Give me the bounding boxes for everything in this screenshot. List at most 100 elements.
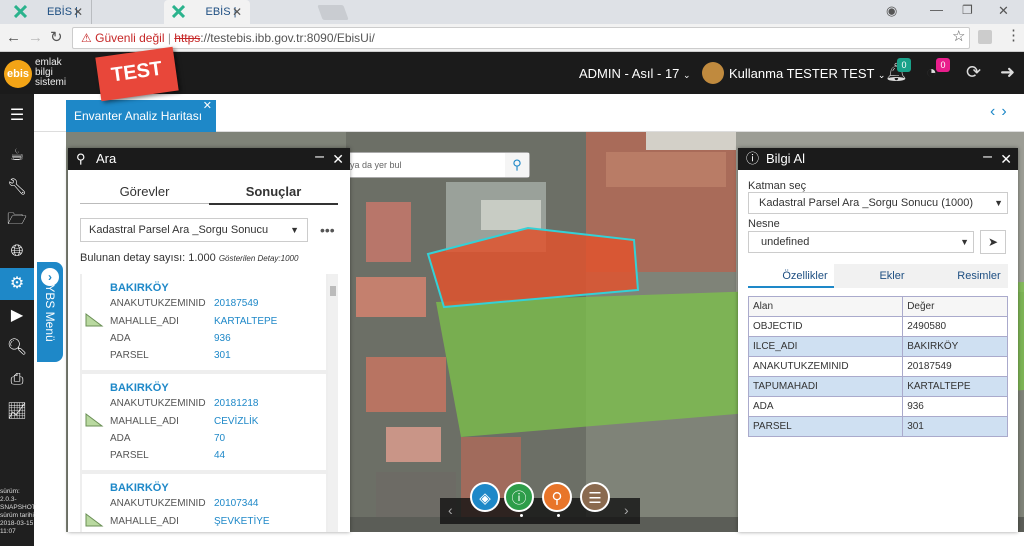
- layers-button[interactable]: ◈: [470, 482, 500, 512]
- result-layer-select[interactable]: Kadastral Parsel Ara _Sorgu Sonucu ▼: [80, 218, 308, 242]
- tab-envanter-analiz[interactable]: Envanter Analiz Haritası ✕: [66, 100, 216, 132]
- browser-tab[interactable]: EBİS | 2017 ✕: [6, 0, 92, 42]
- url-input[interactable]: ⚠ Güvenli değil | https://testebis.ibb.g…: [72, 27, 970, 49]
- account-icon[interactable]: ◉: [886, 3, 897, 19]
- table-header-row: Alan Değer: [747, 296, 1008, 317]
- search-doc-icon: ⚲: [551, 490, 563, 507]
- version-line: SNAPSHOT: [0, 504, 36, 511]
- result-count-label: Bulunan detay sayısı: 1.000: [80, 252, 216, 264]
- play-icon[interactable]: ▶: [0, 300, 34, 332]
- katman-label: Katman seç: [748, 180, 807, 192]
- user-name: Kullanma TESTER TEST: [729, 66, 875, 81]
- chevron-left-icon[interactable]: ‹: [448, 502, 453, 518]
- katman-select[interactable]: Kadastral Parsel Ara _Sorgu Sonucu (1000…: [748, 192, 1008, 214]
- minimize-icon[interactable]: –: [315, 146, 324, 168]
- field-label: MAHALLE_ADI: [110, 416, 179, 427]
- avatar[interactable]: [702, 62, 724, 84]
- ybs-menu-label: YBS Menü: [43, 284, 57, 342]
- table-cell: ADA: [747, 396, 904, 417]
- chevron-left-icon[interactable]: ‹: [990, 103, 1001, 120]
- table-row: TAPUMAHADI KARTALTEPE: [747, 376, 1008, 397]
- close-icon[interactable]: ✕: [332, 148, 344, 170]
- address-bar: ← → ↻ ⚠ Güvenli değil | https://testebis…: [0, 24, 1024, 52]
- forward-icon[interactable]: →: [28, 29, 43, 47]
- close-tab-icon[interactable]: ✕: [203, 90, 212, 122]
- table-cell: OBJECTID: [747, 316, 904, 337]
- result-list[interactable]: BAKIRKÖY ANAKUTUKZEMINID 20187549 MAHALL…: [80, 274, 338, 532]
- tab-sonuclar[interactable]: Sonuçlar: [209, 184, 338, 205]
- minimize-window-icon[interactable]: —: [930, 2, 943, 17]
- globe-icon[interactable]: 🌐︎: [0, 236, 34, 268]
- tab-resimler[interactable]: Resimler: [922, 264, 1008, 288]
- search-icon[interactable]: ⚲: [505, 153, 529, 177]
- close-window-icon[interactable]: ✕: [998, 3, 1009, 19]
- bilgi-title: Bilgi Al: [766, 151, 806, 166]
- tab-nav-arrows: ‹›: [990, 103, 1013, 121]
- bookmark-star-icon[interactable]: ☆: [952, 28, 965, 46]
- chevron-right-icon[interactable]: ›: [624, 502, 629, 518]
- search-doc-icon: ⚲: [76, 151, 86, 166]
- list-item[interactable]: BAKIRKÖY ANAKUTUKZEMINID 20187549 MAHALL…: [82, 274, 326, 370]
- print-icon[interactable]: ⎙: [0, 364, 34, 396]
- back-icon[interactable]: ←: [6, 29, 21, 47]
- browser-menu-icon[interactable]: ⋮: [1006, 27, 1021, 45]
- locate-button[interactable]: ➤: [980, 230, 1006, 254]
- security-label: Güvenli değil: [95, 31, 165, 45]
- table-cell: ILCE_ADI: [747, 336, 904, 357]
- close-icon[interactable]: ✕: [1000, 148, 1012, 170]
- field-value: KARTALTEPE: [214, 316, 278, 327]
- tab-label: Envanter Analiz Haritası: [74, 109, 203, 123]
- active-dot: [557, 514, 560, 517]
- map-search-placeholder: ya da yer bul: [350, 160, 402, 170]
- tab-ekler[interactable]: Ekler: [835, 264, 921, 288]
- tab-gorevler[interactable]: Görevler: [80, 184, 209, 199]
- coffee-icon[interactable]: ☕︎: [0, 140, 34, 172]
- folder-icon[interactable]: 🗁: [0, 204, 34, 236]
- search-tool-button[interactable]: ⚲: [542, 482, 572, 512]
- table-row: ADA 936: [747, 396, 1008, 417]
- wrench-icon[interactable]: 🔧︎: [0, 172, 34, 204]
- field-label: MAHALLE_ADI: [110, 516, 179, 527]
- restore-window-icon[interactable]: ❐: [962, 3, 973, 17]
- table-cell: TAPUMAHADI: [747, 376, 904, 397]
- chevron-right-icon[interactable]: ›: [1001, 103, 1012, 120]
- scrollbar-thumb[interactable]: [330, 286, 336, 296]
- field-label: ADA: [110, 333, 131, 344]
- result-ilce: BAKIRKÖY: [110, 282, 169, 294]
- search-icon[interactable]: 🔍︎: [0, 332, 34, 364]
- polygon-icon: [85, 513, 104, 527]
- ybs-menu-button[interactable]: › YBS Menü: [37, 262, 63, 362]
- table-row: ILCE_ADI BAKIRKÖY: [747, 336, 1008, 357]
- chart-icon[interactable]: 📈︎: [0, 396, 34, 428]
- list-icon: ☰: [588, 490, 602, 507]
- menu-icon[interactable]: ☰: [0, 100, 34, 132]
- list-item[interactable]: BAKIRKÖY ANAKUTUKZEMINID 20107344 MAHALL…: [82, 474, 326, 532]
- browser-tab-active[interactable]: EBİS | 2017 ✕: [164, 0, 250, 42]
- nesne-select[interactable]: undefined ▼: [748, 231, 974, 253]
- more-options-icon[interactable]: •••: [320, 222, 335, 238]
- list-button[interactable]: ☰: [580, 482, 610, 512]
- version-line: sürüm:: [0, 488, 20, 495]
- map-search-input[interactable]: ya da yer bul ⚲: [345, 152, 530, 178]
- result-list-scrollbar[interactable]: [328, 274, 338, 532]
- field-label: PARSEL: [110, 350, 149, 361]
- new-tab-button[interactable]: [317, 5, 349, 20]
- result-ilce: BAKIRKÖY: [110, 382, 169, 394]
- result-ilce: BAKIRKÖY: [110, 482, 169, 494]
- info-button[interactable]: ⓘ: [504, 482, 534, 512]
- extension-icon[interactable]: [978, 30, 992, 44]
- logout-icon[interactable]: ➜: [1000, 62, 1015, 83]
- table-cell: PARSEL: [747, 416, 904, 437]
- version-line: 2018-03-15: [0, 520, 34, 527]
- refresh-icon[interactable]: ⟳: [966, 62, 981, 83]
- tab-ozellikler[interactable]: Özellikler: [748, 264, 834, 288]
- minimize-icon[interactable]: –: [983, 146, 992, 168]
- close-tab-icon[interactable]: ✕: [232, 0, 242, 24]
- list-item[interactable]: BAKIRKÖY ANAKUTUKZEMINID 20181218 MAHALL…: [82, 374, 326, 470]
- reload-icon[interactable]: ↻: [50, 29, 63, 47]
- user-menu[interactable]: Kullanma TESTER TEST ⌄: [729, 66, 885, 81]
- table-cell: KARTALTEPE: [902, 376, 1008, 397]
- gear-icon[interactable]: ⚙: [0, 268, 34, 300]
- close-tab-icon[interactable]: ✕: [73, 0, 83, 24]
- role-selector[interactable]: ADMIN - Asıl - 17 ⌄: [579, 66, 691, 81]
